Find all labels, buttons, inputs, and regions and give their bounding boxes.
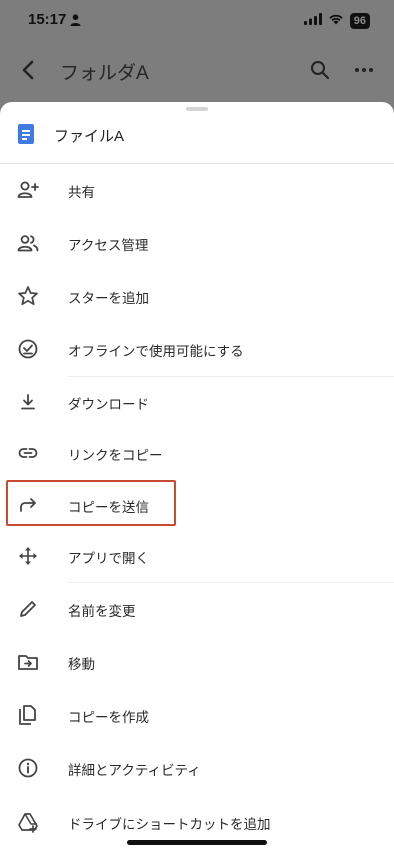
back-button[interactable] [14,56,42,84]
menu-item-manage-access[interactable]: アクセス管理 [0,217,394,269]
menu-item-label: ドライブにショートカットを追加 [68,817,271,832]
menu-item-rename[interactable]: 名前を変更 [0,583,394,635]
menu-item-make-copy[interactable]: コピーを作成 [0,689,394,741]
status-indicators: 96 [303,12,370,30]
sheet-header: ファイルA [0,114,394,164]
drag-handle[interactable] [186,107,208,111]
menu-item-label: アプリで開く [68,551,149,566]
home-indicator [127,840,267,845]
menu-item-label: リンクをコピー [68,448,163,463]
more-options-button[interactable] [350,56,378,84]
pencil-icon [16,597,40,621]
link-icon [16,441,40,465]
menu-item-label: 移動 [68,657,95,672]
actions-bottom-sheet: ファイルA 共有 アクセス管理 スターを追加 オフラインで使用可能にする ダウン… [0,102,394,852]
menu-item-label: 共有 [68,185,95,200]
offline-check-icon [16,337,40,361]
menu-item-label: ダウンロード [68,397,149,412]
menu-item-label: アクセス管理 [68,238,149,253]
info-icon [16,756,40,780]
star-icon [16,284,40,308]
drive-shortcut-icon [16,810,40,834]
folder-title: フォルダA [60,63,149,84]
move-folder-icon [16,650,40,674]
app-bar: フォルダA [0,44,394,100]
menu-item-make-offline[interactable]: オフラインで使用可能にする [0,323,394,375]
wifi-icon [328,12,344,30]
menu-item-label: 名前を変更 [68,604,136,619]
menu-item-open-in-app[interactable]: アプリで開く [0,530,394,582]
highlight-annotation [6,480,176,526]
menu-item-label: スターを追加 [68,291,149,306]
people-icon [16,231,40,255]
file-copy-icon [16,703,40,727]
google-docs-icon [18,124,34,144]
search-button[interactable] [306,56,334,84]
menu-item-copy-link[interactable]: リンクをコピー [0,427,394,479]
open-with-icon [16,544,40,568]
download-icon [16,390,40,414]
status-time: 15:17 [28,11,67,28]
menu-item-details[interactable]: 詳細とアクティビティ [0,742,394,794]
battery-icon: 96 [349,13,370,29]
signal-icon [303,12,322,30]
more-horizontal-icon [355,68,373,72]
menu-item-add-star[interactable]: スターを追加 [0,270,394,322]
menu-item-move[interactable]: 移動 [0,636,394,688]
menu-item-share[interactable]: 共有 [0,164,394,216]
menu-item-download[interactable]: ダウンロード [0,376,394,428]
person-add-icon [16,178,40,202]
file-name: ファイルA [54,128,125,145]
person-icon [70,13,81,31]
search-icon [311,61,330,80]
menu-item-label: 詳細とアクティビティ [68,763,201,778]
chevron-left-icon [22,60,34,80]
menu-item-label: コピーを作成 [68,710,149,725]
status-bar: 15:17 96 [0,0,394,44]
menu-item-label: オフラインで使用可能にする [68,344,244,359]
